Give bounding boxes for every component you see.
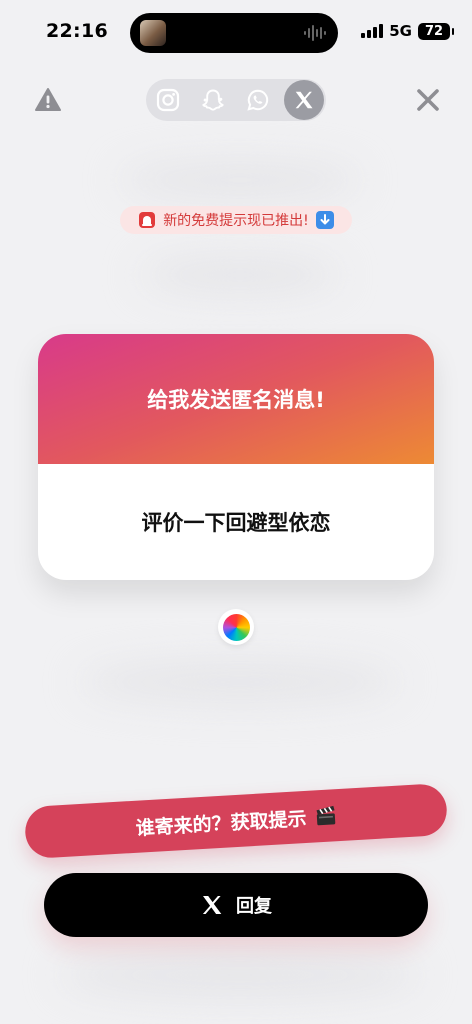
page: 22:16 5G 72 新的免费提示现已推出! 给我发送匿名消息! 评价一下回避… — [0, 0, 472, 1024]
card-question: 评价一下回避型依恋 — [141, 511, 331, 535]
share-target-switcher — [146, 79, 326, 121]
battery-level: 72 — [424, 23, 444, 39]
audio-waveform-icon — [304, 25, 326, 41]
network-type: 5G — [389, 22, 412, 40]
down-arrow-icon — [315, 211, 334, 229]
hint-button-label: 谁寄来的？获取提示 — [135, 807, 308, 840]
card-header: 给我发送匿名消息! — [38, 334, 434, 464]
card-body: 评价一下回避型依恋 — [38, 464, 434, 580]
card-title: 给我发送匿名消息! — [147, 388, 325, 412]
background-blur — [80, 660, 400, 704]
reply-button[interactable]: 回复 — [44, 873, 428, 937]
background-blur — [60, 950, 420, 1000]
snapchat-icon[interactable] — [198, 85, 228, 115]
get-hint-button[interactable]: 谁寄来的？获取提示 — [23, 782, 449, 860]
close-x-icon[interactable] — [414, 86, 442, 114]
dynamic-island — [130, 13, 338, 53]
instagram-icon[interactable] — [153, 85, 183, 115]
warning-triangle-icon[interactable] — [35, 87, 61, 113]
battery-icon: 72 — [418, 22, 454, 40]
question-card: 给我发送匿名消息! 评价一下回避型依恋 — [38, 334, 434, 580]
x-icon[interactable] — [284, 80, 324, 120]
whatsapp-icon[interactable] — [243, 85, 273, 115]
x-logo-icon — [202, 896, 222, 914]
clapperboard-icon — [316, 805, 335, 826]
status-time: 22:16 — [46, 20, 108, 42]
rainbow-dice-icon[interactable] — [218, 609, 254, 645]
banner-text: 新的免费提示现已推出! — [163, 213, 309, 229]
status-indicators: 5G 72 — [361, 21, 454, 41]
background-blur — [140, 255, 340, 295]
background-blur — [120, 160, 360, 200]
rainbow-dice-face — [222, 613, 250, 641]
signal-icon — [361, 24, 384, 38]
free-hint-banner[interactable]: 新的免费提示现已推出! — [120, 206, 352, 234]
reply-button-label: 回复 — [236, 896, 272, 917]
now-playing-artwork — [140, 20, 166, 46]
siren-icon — [139, 212, 156, 228]
